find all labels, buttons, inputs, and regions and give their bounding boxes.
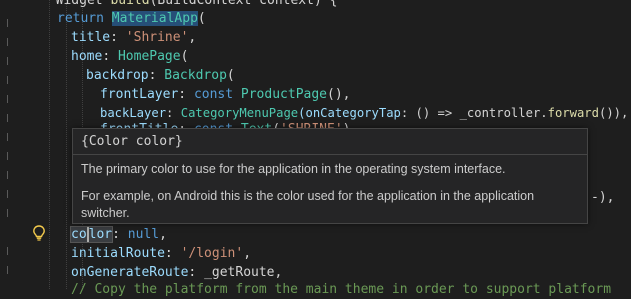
code-token: : <box>164 246 181 261</box>
tooltip-description: The primary color to use for the applica… <box>81 162 506 176</box>
code-line[interactable]: co lor: null, <box>69 225 167 244</box>
code-token: backLayer <box>100 106 167 120</box>
code-token: , <box>243 246 252 261</box>
fold-marker[interactable] <box>6 206 10 220</box>
code-fragment: -), <box>591 190 615 205</box>
code-token: ( <box>226 68 235 83</box>
code-token: : <box>166 106 181 120</box>
fold-marker[interactable] <box>6 244 10 258</box>
tooltip-divider <box>73 154 587 155</box>
indent-guide <box>66 0 67 289</box>
fold-marker[interactable] <box>6 130 10 144</box>
fold-marker[interactable] <box>6 16 10 30</box>
fold-marker[interactable] <box>6 35 10 49</box>
code-token: const <box>193 87 234 102</box>
fold-marker[interactable] <box>6 168 10 182</box>
tooltip-signature: {Color color} <box>81 134 183 149</box>
code-line[interactable]: frontLayer: const ProductPage(), <box>100 85 350 104</box>
code-token: CategoryMenuPage <box>180 106 299 120</box>
code-line[interactable]: initialRoute: '/login', <box>71 244 251 263</box>
code-line[interactable]: title: 'Shrine', <box>71 28 196 47</box>
code-token: MaterialApp <box>111 11 198 26</box>
code-token: , <box>159 227 167 242</box>
code-token: backdrop <box>86 68 149 83</box>
code-token: forward <box>547 106 599 120</box>
code-token: ()), <box>599 106 629 120</box>
code-token: co <box>71 227 87 242</box>
code-line[interactable]: backdrop: Backdrop( <box>86 66 235 85</box>
code-token: , <box>274 265 283 280</box>
code-token: ( <box>180 49 189 64</box>
code-line[interactable]: // Copy the platform from the main theme… <box>71 280 611 299</box>
code-line[interactable]: return MaterialApp( <box>57 9 206 28</box>
code-token: : () => _controller. <box>400 106 548 120</box>
fold-marker[interactable] <box>6 149 10 163</box>
tooltip-example: For example, on Android this is the colo… <box>81 189 535 220</box>
code-token: : <box>188 265 205 280</box>
code-token: title <box>71 30 111 45</box>
fold-marker[interactable] <box>6 73 10 87</box>
fold-marker[interactable] <box>6 263 10 277</box>
code-token: , <box>188 30 197 45</box>
code-token: : <box>110 30 126 45</box>
indent-guide <box>49 0 50 289</box>
code-token: : <box>178 87 194 102</box>
code-token: null <box>127 227 160 242</box>
code-line[interactable]: home: HomePage( <box>71 47 188 66</box>
code-token: : <box>148 68 165 83</box>
hover-tooltip: {Color color} The primary color to use f… <box>72 128 588 224</box>
code-token: '/login' <box>180 246 244 261</box>
code-token: HomePage <box>117 49 181 64</box>
code-token: ( <box>197 11 206 26</box>
code-token: : <box>102 49 118 64</box>
fold-marker[interactable] <box>6 92 10 106</box>
code-token: initialRoute <box>71 246 165 261</box>
code-comment: // Copy the platform from the main theme… <box>71 282 612 297</box>
code-token: onGenerateRoute <box>71 265 189 280</box>
fold-marker[interactable] <box>6 111 10 125</box>
code-token: frontLayer <box>100 87 179 102</box>
code-token: Widget <box>40 0 111 8</box>
fold-marker[interactable] <box>6 54 10 68</box>
code-token: return <box>57 11 104 26</box>
code-token: (), <box>327 87 351 102</box>
code-token: 'Shrine' <box>125 30 189 45</box>
code-token-highlighted: co lor <box>69 226 114 243</box>
code-token: Backdrop <box>164 68 227 83</box>
editor-gutter <box>0 0 36 289</box>
code-token: : <box>112 227 128 242</box>
code-token: home <box>71 49 103 64</box>
code-token: _getRoute <box>204 265 275 280</box>
fold-marker[interactable] <box>6 187 10 201</box>
code-token: lor <box>88 227 113 242</box>
lightbulb-icon[interactable] <box>32 225 46 241</box>
code-token: (onCategoryTap <box>298 106 401 120</box>
code-token: (BuildContext context) { <box>149 0 338 8</box>
code-token: ProductPage <box>240 87 327 102</box>
code-token: build <box>110 0 150 8</box>
